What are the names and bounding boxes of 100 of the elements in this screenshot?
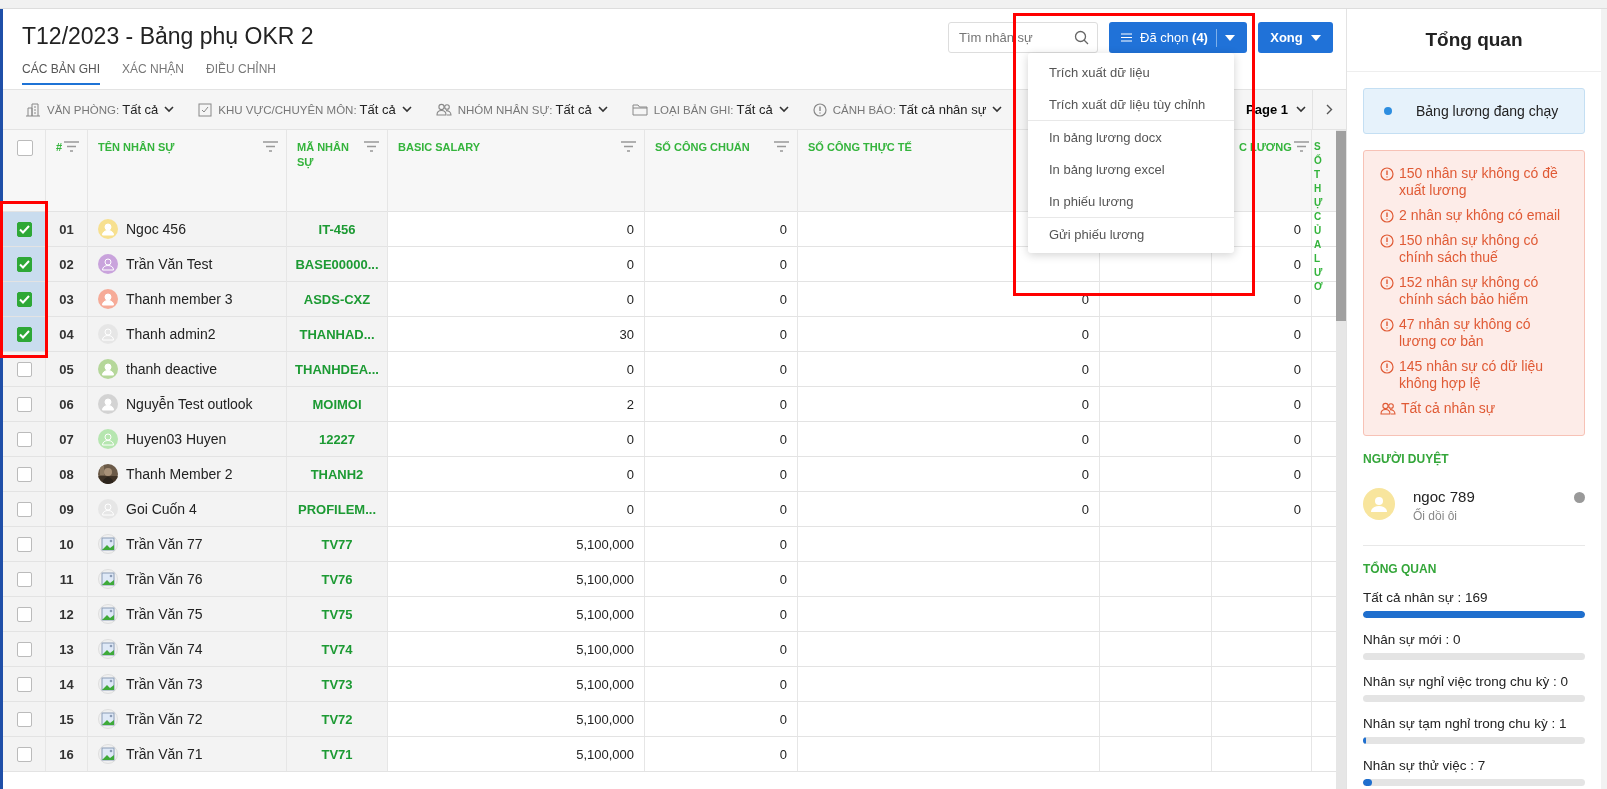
row-checkbox[interactable]: [16, 606, 32, 622]
table-cell: 0: [779, 606, 787, 622]
filter-icon[interactable]: [1294, 141, 1309, 152]
row-checkbox[interactable]: [16, 326, 32, 342]
filter-value[interactable]: Tất cả: [359, 102, 396, 117]
menu-item[interactable]: In bảng lương docx: [1028, 121, 1234, 153]
row-number: 16: [59, 746, 74, 762]
warning-icon: [812, 102, 827, 117]
filter-icon[interactable]: [774, 141, 789, 152]
warning-text: 145 nhân sự có dữ liệu không hợp lệ: [1399, 358, 1545, 392]
employee-code: THANHDEA...: [295, 361, 379, 377]
table-cell: 0: [1081, 466, 1089, 482]
section-heading: NGƯỜI DUYỆT: [1363, 452, 1450, 466]
table-cell: 0: [1081, 361, 1089, 377]
tab[interactable]: CÁC BẢN GHI: [22, 62, 100, 85]
table-cell: 0: [626, 221, 634, 237]
warning-icon: [1380, 318, 1394, 332]
row-checkbox[interactable]: [16, 571, 32, 587]
table-cell: 0: [779, 221, 787, 237]
employee-name: thanh deactive: [126, 361, 218, 377]
stat-label: Nhân sự nghỉ việc trong chu kỳ : 0: [1363, 674, 1569, 689]
tab[interactable]: ĐIỀU CHỈNH: [206, 62, 277, 85]
table-cell: 0: [626, 291, 634, 307]
filter-value[interactable]: Tất cả: [736, 102, 773, 117]
row-checkbox[interactable]: [16, 746, 32, 762]
tab[interactable]: XÁC NHẬN: [122, 62, 185, 85]
menu-item[interactable]: Trích xuất dữ liệu: [1028, 56, 1234, 88]
check-icon: [18, 259, 30, 269]
table-cell: 2: [626, 396, 634, 412]
row-checkbox[interactable]: [16, 291, 32, 307]
filter-icon[interactable]: [64, 141, 79, 152]
selected-button[interactable]: Đã chọn (4): [1109, 22, 1247, 53]
row-checkbox[interactable]: [16, 536, 32, 552]
row-checkbox[interactable]: [16, 501, 32, 517]
employee-code: TV71: [321, 746, 353, 762]
filter-icon[interactable]: [263, 141, 278, 152]
select-all-checkbox[interactable]: [17, 140, 33, 156]
row-number: 14: [59, 676, 74, 692]
filter-icon[interactable]: [364, 141, 379, 152]
filter-value[interactable]: Tất cả: [122, 102, 159, 117]
menu-item[interactable]: Gửi phiếu lương: [1028, 218, 1234, 250]
broken-image-icon: [98, 674, 118, 694]
approver-name: ngoc 789: [1413, 488, 1475, 505]
column-header: SỐ THỰ CỦA LƯƠ: [1314, 140, 1324, 294]
table-cell: 0: [779, 746, 787, 762]
broken-image-icon: [98, 639, 118, 659]
warning-icon: [1380, 360, 1394, 374]
table-cell: 0: [779, 501, 787, 517]
row-checkbox[interactable]: [16, 396, 32, 412]
table-cell: 0: [1293, 256, 1301, 272]
table-cell: 0: [1081, 326, 1089, 342]
row-checkbox[interactable]: [16, 466, 32, 482]
menu-icon: [1121, 33, 1132, 42]
stat-label: Nhân sự tạm nghỉ trong chu kỳ : 1: [1363, 716, 1568, 731]
broken-image-icon: [98, 709, 118, 729]
row-checkbox[interactable]: [16, 676, 32, 692]
table-cell: 0: [779, 396, 787, 412]
search-icon[interactable]: [1074, 30, 1089, 45]
table-cell: 30: [619, 326, 634, 342]
filter-icon[interactable]: [621, 141, 636, 152]
employee-name: Trần Văn Test: [126, 256, 213, 272]
table-cell: 5,100,000: [576, 606, 634, 622]
row-checkbox[interactable]: [16, 641, 32, 657]
employee-name: Trần Văn 72: [126, 711, 203, 727]
row-checkbox[interactable]: [16, 221, 32, 237]
warning-icon: [1380, 209, 1394, 223]
table-cell: 0: [1293, 431, 1301, 447]
filter-value[interactable]: Tất cả: [555, 102, 592, 117]
search-field[interactable]: Tìm nhân sự: [948, 22, 1098, 53]
employee-name: Nguyễn Test outlook: [126, 396, 253, 412]
table-cell: 5,100,000: [576, 711, 634, 727]
filter-label: LOẠI BẢN GHI:: [653, 103, 734, 116]
filter-label: KHU VỰC/CHUYÊN MÔN:: [218, 103, 357, 116]
status-dot: [1574, 492, 1585, 503]
chevron-down-icon: [1296, 106, 1306, 113]
warning-text: 152 nhân sự không có chính sách bảo hiểm: [1399, 274, 1540, 308]
menu-item[interactable]: Trích xuất dữ liệu tùy chỉnh: [1028, 88, 1234, 120]
row-checkbox[interactable]: [16, 431, 32, 447]
row-checkbox[interactable]: [16, 256, 32, 272]
menu-item[interactable]: In phiếu lương: [1028, 185, 1234, 217]
table-cell: 0: [779, 466, 787, 482]
table-cell: 0: [779, 676, 787, 692]
table-cell: 0: [1293, 396, 1301, 412]
table-cell: 5,100,000: [576, 676, 634, 692]
stat-label: Tất cả nhân sự : 169: [1363, 590, 1489, 605]
employee-code: IT-456: [318, 221, 356, 237]
row-checkbox[interactable]: [16, 711, 32, 727]
done-button[interactable]: Xong: [1258, 22, 1333, 53]
filter-value[interactable]: Tất cả nhân sự: [898, 102, 987, 117]
caret-icon: [1310, 34, 1321, 41]
row-number: 03: [59, 291, 74, 307]
menu-item[interactable]: In bảng lương excel: [1028, 153, 1234, 185]
table-cell: 0: [779, 431, 787, 447]
panel-title: Tổng quan: [1347, 9, 1601, 72]
scrollbar[interactable]: [1336, 130, 1346, 789]
row-number: 09: [59, 501, 74, 517]
employee-name: Trần Văn 73: [126, 676, 203, 692]
scrollbar-thumb[interactable]: [1336, 131, 1346, 321]
table-cell: 0: [1293, 501, 1301, 517]
row-checkbox[interactable]: [16, 361, 32, 377]
